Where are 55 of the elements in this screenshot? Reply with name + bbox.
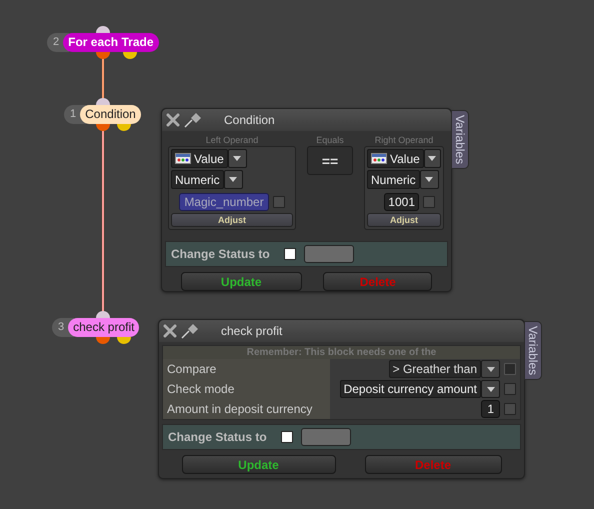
node-label[interactable]: For each Trade [63, 33, 158, 52]
checkbox[interactable] [284, 248, 296, 260]
input-port-icon[interactable] [96, 311, 110, 318]
node-label[interactable]: check profit [68, 318, 140, 337]
value-icon [371, 153, 387, 164]
caret-icon [486, 366, 494, 372]
panel-title: check profit [221, 324, 282, 338]
close-icon[interactable] [166, 113, 180, 127]
operand-heading: Left Operand [206, 135, 258, 146]
input-port-icon[interactable] [96, 26, 110, 33]
output-port-icon[interactable] [96, 337, 110, 344]
value-field[interactable]: 1001 [384, 193, 419, 211]
operator-field[interactable]: == [307, 146, 353, 175]
node-label[interactable]: Condition [80, 105, 141, 124]
adjust-button[interactable]: Adjust [367, 213, 441, 227]
output-port-icon[interactable] [96, 52, 110, 59]
status-label: Change Status to [171, 247, 270, 261]
pin-icon[interactable] [184, 112, 202, 128]
caret-icon [233, 156, 242, 161]
output-port-icon[interactable] [117, 124, 131, 131]
row-label: Check mode [163, 379, 330, 399]
operand-heading: Right Operand [374, 135, 434, 146]
output-port-icon[interactable] [117, 337, 131, 344]
status-field[interactable] [304, 245, 354, 263]
format-dropdown[interactable]: Numeric [171, 170, 293, 189]
operator-heading: Equals [316, 135, 344, 146]
checkbox[interactable] [504, 403, 516, 415]
row-label: Compare [163, 359, 330, 379]
pin-icon[interactable] [181, 323, 199, 339]
caret-icon [428, 156, 436, 161]
output-port-icon[interactable] [123, 52, 137, 59]
panel-title: Condition [224, 113, 275, 127]
close-icon[interactable] [163, 324, 177, 338]
checkbox[interactable] [272, 196, 285, 208]
variables-tab[interactable]: Variables [451, 110, 469, 170]
variable-field[interactable]: Magic_number [179, 193, 269, 211]
caret-icon [425, 177, 434, 182]
update-button[interactable]: Update [182, 455, 336, 474]
amount-field[interactable]: 1 [481, 400, 500, 418]
checkbox[interactable] [280, 431, 293, 443]
variables-tab[interactable]: Variables [524, 321, 542, 380]
notice-text: Remember: This block needs one of the [246, 346, 438, 359]
status-field[interactable] [300, 428, 351, 446]
output-port-icon[interactable] [96, 124, 110, 131]
value-icon [175, 153, 191, 164]
input-port-icon[interactable] [96, 98, 110, 105]
type-dropdown[interactable]: Value [171, 149, 293, 168]
caret-icon [229, 177, 238, 182]
caret-icon [486, 386, 494, 392]
checkbox[interactable] [504, 383, 516, 395]
status-label: Change Status to [168, 430, 267, 444]
row-label: Amount in deposit currency [163, 399, 330, 419]
checkbox[interactable] [423, 196, 435, 208]
update-button[interactable]: Update [180, 272, 302, 291]
adjust-button[interactable]: Adjust [171, 213, 293, 227]
